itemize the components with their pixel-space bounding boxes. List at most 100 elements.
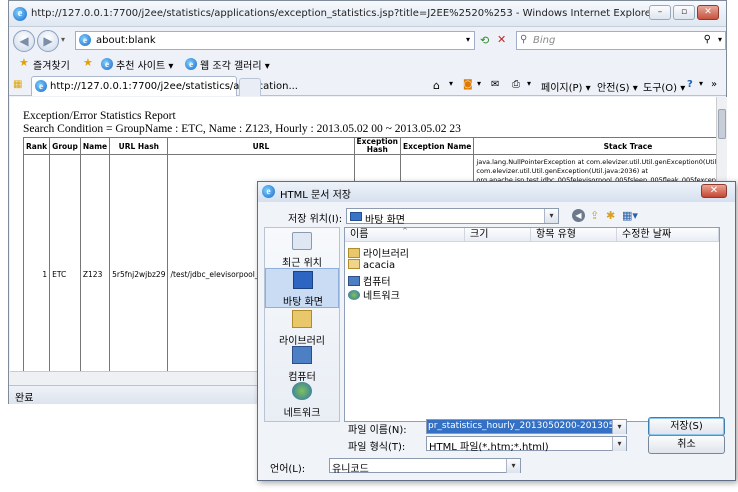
encoding-value: 유니코드: [332, 464, 369, 475]
stop-icon[interactable]: ✕: [497, 33, 506, 46]
url-hash-cell: 5r5fnj2wjbz29: [109, 154, 169, 384]
search-dropdown-icon[interactable]: ▾: [718, 35, 722, 44]
search-go-icon[interactable]: ⚲: [704, 34, 711, 45]
favorites-center-icon[interactable]: ▦: [13, 79, 22, 90]
history-dropdown-icon[interactable]: ▾: [61, 35, 65, 44]
cancel-button[interactable]: 취소: [648, 435, 725, 454]
safety-menu[interactable]: 안전(S) ▾: [597, 79, 638, 94]
new-tab-button[interactable]: [239, 78, 261, 96]
favorites-button[interactable]: 즐겨찾기: [33, 57, 70, 72]
column-header: Name: [79, 137, 111, 155]
libraries-icon: [292, 310, 312, 328]
back-icon[interactable]: ◀: [13, 30, 35, 52]
column-header: Rank: [22, 137, 51, 155]
desktop-icon: [350, 212, 362, 221]
desktop-icon: [293, 271, 313, 289]
web-slice-icon: e: [185, 58, 197, 70]
dialog-titlebar: e HTML 문서 저장 ✕: [258, 182, 735, 202]
save-button[interactable]: 저장(S): [648, 417, 725, 436]
tab-current[interactable]: e http://127.0.0.1:7700/j2ee/statistics/…: [31, 76, 298, 96]
view-menu-icon[interactable]: ▦▾: [622, 209, 638, 222]
dialog-close-button[interactable]: ✕: [701, 184, 727, 198]
help-dropdown-icon[interactable]: ▾: [699, 79, 703, 88]
list-item[interactable]: 라이브러리: [348, 245, 409, 260]
list-item[interactable]: acacia: [348, 259, 395, 272]
up-folder-icon[interactable]: ⇪: [590, 209, 599, 222]
chevron-down-icon[interactable]: ▾: [612, 420, 626, 434]
place-libraries[interactable]: 라이브러리: [265, 308, 339, 348]
feeds-icon[interactable]: ◙: [463, 79, 473, 90]
address-dropdown-icon[interactable]: ▾: [466, 35, 470, 44]
feeds-dropdown-icon[interactable]: ▾: [477, 79, 481, 88]
mail-icon[interactable]: ✉: [491, 79, 499, 90]
suggested-sites-icon: e: [101, 58, 113, 70]
place-desktop[interactable]: 바탕 화면: [265, 268, 339, 308]
chevron-down-icon[interactable]: ▾: [506, 459, 520, 473]
back-icon[interactable]: ◀: [572, 209, 585, 222]
page-icon: e: [79, 34, 91, 46]
column-type[interactable]: 항목 유형: [531, 228, 617, 242]
table-header-row: Rank Group Name URL Hash URL Exception H…: [22, 137, 716, 155]
chevron-down-icon[interactable]: ▾: [612, 437, 626, 451]
column-header: URL Hash: [109, 137, 169, 155]
tools-menu[interactable]: 도구(O) ▾: [643, 79, 685, 94]
place-recent[interactable]: 최근 위치: [265, 230, 339, 270]
tab-bar: ▦ e http://127.0.0.1:7700/j2ee/statistic…: [9, 74, 726, 96]
forward-icon[interactable]: ▶: [37, 30, 59, 52]
filename-input[interactable]: pr_statistics_hourly_2013050200-20130502…: [426, 419, 627, 434]
minimize-button[interactable]: –: [649, 5, 671, 20]
web-slice-gallery-link[interactable]: 웹 조각 갤러리 ▾: [200, 57, 270, 72]
column-size[interactable]: 크기: [465, 228, 531, 242]
status-text: 완료: [15, 393, 34, 404]
column-date[interactable]: 수정한 날짜: [617, 228, 719, 242]
item-label: 네트워크: [363, 291, 400, 302]
chevron-down-icon[interactable]: ▾: [544, 209, 558, 223]
refresh-icon[interactable]: ⟲: [480, 34, 489, 47]
filetype-select[interactable]: HTML 파일(*.htm;*.html) ▾: [426, 436, 627, 453]
filetype-label: 파일 형식(T):: [348, 442, 406, 453]
suggested-sites-link[interactable]: 추천 사이트 ▾: [116, 57, 173, 72]
browser-title: http://127.0.0.1:7700/j2ee/statistics/ap…: [31, 8, 656, 19]
name-cell: Z123: [79, 154, 111, 384]
address-bar[interactable]: e about:blank ▾: [75, 31, 475, 50]
favorites-bar: ★ 즐겨찾기 ★ e 추천 사이트 ▾ e 웹 조각 갤러리 ▾: [9, 54, 726, 74]
help-icon[interactable]: ?: [687, 79, 693, 90]
place-label: 최근 위치: [282, 258, 322, 269]
column-header: Group: [49, 137, 81, 155]
place-label: 바탕 화면: [283, 297, 323, 308]
item-label: acacia: [363, 260, 396, 271]
dialog-title: HTML 문서 저장: [280, 190, 351, 201]
scroll-thumb[interactable]: [718, 109, 726, 139]
tab-page-icon: e: [35, 80, 47, 92]
print-icon[interactable]: ⎙: [512, 79, 520, 90]
column-header: Stack Trace: [473, 137, 716, 155]
filename-value[interactable]: pr_statistics_hourly_2013050200-20130502…: [427, 420, 613, 433]
favorites-star-icon[interactable]: ★: [19, 56, 29, 69]
filename-label: 파일 이름(N):: [348, 425, 407, 436]
column-header: Exception Hash: [353, 137, 402, 155]
save-in-label: 저장 위치(I):: [288, 214, 343, 225]
filetype-value: HTML 파일(*.htm;*.html): [429, 442, 549, 453]
page-menu[interactable]: 페이지(P) ▾: [541, 79, 591, 94]
computer-icon: [348, 276, 360, 286]
place-network[interactable]: 네트워크: [265, 380, 339, 420]
list-item[interactable]: 네트워크: [348, 287, 400, 302]
add-favorite-icon[interactable]: ★: [83, 56, 93, 69]
new-folder-icon[interactable]: ✱: [606, 209, 615, 222]
home-dropdown-icon[interactable]: ▾: [449, 79, 453, 88]
list-item[interactable]: 컴퓨터: [348, 273, 391, 288]
search-box[interactable]: ⚲ Bing ⚲ ▾: [516, 31, 726, 50]
search-placeholder[interactable]: Bing: [533, 35, 555, 46]
more-commands-icon[interactable]: »: [711, 79, 717, 90]
print-dropdown-icon[interactable]: ▾: [527, 79, 531, 88]
home-icon[interactable]: ⌂: [433, 79, 440, 92]
encoding-select[interactable]: 유니코드 ▾: [329, 458, 521, 475]
search-icon: ⚲: [520, 34, 528, 45]
ie-logo-icon: e: [262, 185, 275, 198]
maximize-button[interactable]: ▫: [673, 5, 695, 20]
close-button[interactable]: ✕: [697, 5, 719, 20]
save-in-select[interactable]: 바탕 화면 ▾: [346, 208, 559, 226]
place-computer[interactable]: 컴퓨터: [265, 344, 339, 384]
address-text[interactable]: about:blank: [96, 35, 156, 46]
places-bar: 최근 위치 바탕 화면 라이브러리 컴퓨터 네트워크: [264, 227, 340, 422]
